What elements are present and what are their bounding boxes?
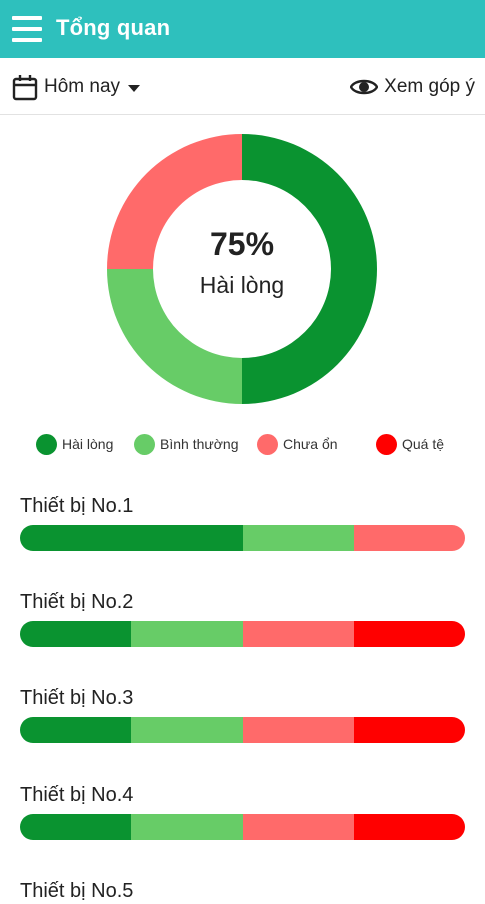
device-rating-bar [20, 814, 465, 840]
legend-label: Quá tệ [402, 436, 445, 452]
bar-segment-qua-te [353, 717, 465, 743]
legend-item-chua-on: Chưa ổn [257, 430, 338, 458]
device-rating-bar [20, 621, 465, 647]
legend-label: Hài lòng [62, 436, 114, 452]
bar-segment-binh-thuong [131, 814, 243, 840]
legend-swatch [36, 433, 57, 455]
legend-swatch [134, 433, 155, 455]
bar-segment-hai-long [20, 814, 132, 840]
app-bar: Tổng quan [0, 0, 485, 58]
bar-segment-binh-thuong [131, 717, 243, 743]
bar-segment-qua-te [353, 814, 465, 840]
date-filter-label: Hôm nay [44, 76, 121, 97]
device-name: Thiết bị No.5 [20, 880, 134, 902]
view-feedback-button[interactable]: Xem góp ý [350, 72, 475, 102]
device-row[interactable]: Thiết bị No.4 [20, 782, 465, 840]
bar-segment-chua-on [242, 717, 354, 743]
satisfaction-percent: 75% [209, 226, 275, 262]
bar-segment-hai-long [20, 525, 243, 551]
bar-segment-binh-thuong [131, 621, 243, 647]
bar-segment-hai-long [20, 621, 132, 647]
bar-segment-chua-on [242, 621, 354, 647]
device-name: Thiết bị No.1 [20, 495, 134, 517]
date-filter-dropdown[interactable]: Hôm nay [12, 72, 141, 102]
chart-legend: Hài lòng Bình thường Chưa ổn Quá tệ [0, 430, 485, 458]
satisfaction-label: Hài lòng [199, 272, 285, 298]
device-rating-bar [20, 717, 465, 743]
legend-swatch [257, 433, 278, 455]
filter-toolbar: Hôm nay Xem góp ý [0, 58, 485, 115]
device-rating-bar [20, 525, 465, 551]
bar-segment-binh-thuong [242, 525, 354, 551]
legend-label: Bình thường [160, 436, 239, 452]
eye-icon [350, 79, 379, 95]
device-name: Thiết bị No.2 [20, 591, 134, 613]
device-row[interactable]: Thiết bị No.2 [20, 589, 465, 647]
page-title: Tổng quan [56, 15, 171, 40]
calendar-icon [12, 74, 38, 100]
bar-segment-chua-on [242, 814, 354, 840]
device-row[interactable]: Thiết bị No.1 [20, 493, 465, 551]
caret-down-icon [128, 84, 141, 92]
device-row[interactable]: Thiết bị No.5 [20, 878, 465, 904]
legend-item-qua-te: Quá tệ [376, 430, 444, 458]
legend-swatch [376, 433, 397, 455]
device-name: Thiết bị No.3 [20, 687, 134, 709]
bar-segment-hai-long [20, 717, 132, 743]
satisfaction-donut-chart [107, 134, 377, 404]
donut-slice-hai-long [242, 134, 377, 404]
legend-label: Chưa ổn [283, 436, 338, 452]
bar-segment-qua-te [353, 621, 465, 647]
legend-item-hai-long: Hài lòng [36, 430, 113, 458]
view-feedback-label: Xem góp ý [384, 76, 475, 97]
hamburger-menu-icon[interactable] [12, 16, 42, 42]
legend-item-binh-thuong: Bình thường [134, 430, 239, 458]
bar-segment-chua-on [353, 525, 465, 551]
device-name: Thiết bị No.4 [20, 784, 134, 806]
device-row[interactable]: Thiết bị No.3 [20, 685, 465, 743]
